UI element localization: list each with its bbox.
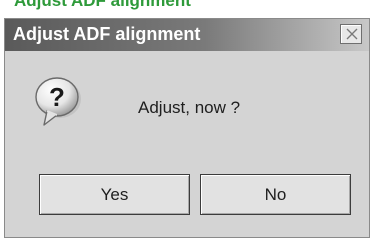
dialog-message: Adjust, now ?	[138, 98, 241, 117]
close-icon	[346, 28, 358, 40]
yes-button[interactable]: Yes	[39, 174, 190, 215]
adjust-adf-dialog: Adjust ADF alignment ? Adjust, now ? Yes…	[4, 18, 370, 238]
screen: Adjust ADF alignment Adjust ADF alignmen…	[0, 0, 374, 245]
dialog-titlebar[interactable]: Adjust ADF alignment	[5, 19, 369, 51]
close-button[interactable]	[340, 24, 362, 44]
background-heading-partial: Adjust ADF alignment	[14, 0, 191, 10]
svg-text:?: ?	[49, 82, 65, 112]
question-icon: ?	[35, 77, 81, 126]
no-button[interactable]: No	[200, 174, 351, 215]
dialog-title: Adjust ADF alignment	[13, 24, 201, 44]
